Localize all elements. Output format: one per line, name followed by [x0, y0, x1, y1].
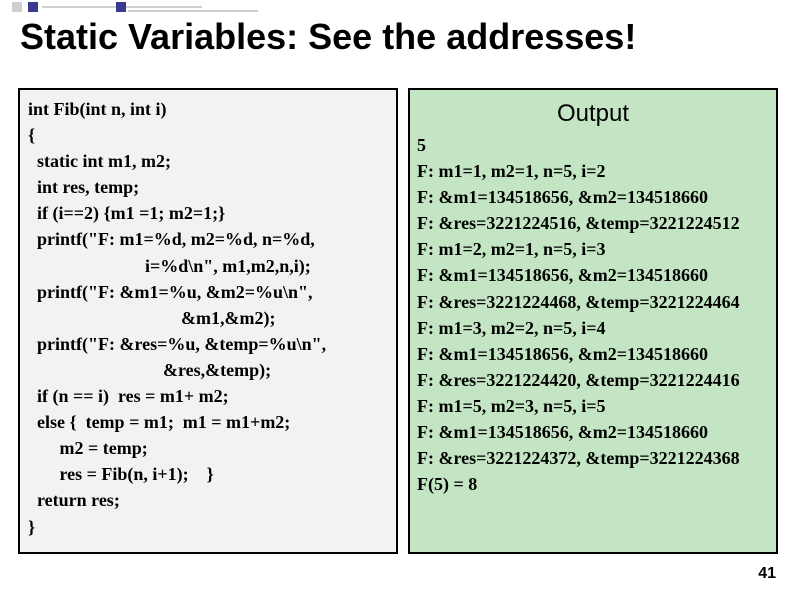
- output-line: F: &res=3221224372, &temp=3221224368: [417, 445, 769, 471]
- slide-title: Static Variables: See the addresses!: [20, 16, 636, 58]
- output-line: F: &m1=134518656, &m2=134518660: [417, 419, 769, 445]
- code-line: static int m1, m2;: [28, 148, 388, 174]
- output-line: 5: [417, 132, 769, 158]
- output-line: F(5) = 8: [417, 471, 769, 497]
- output-line: F: m1=2, m2=1, n=5, i=3: [417, 236, 769, 262]
- page-number: 41: [758, 565, 776, 583]
- decorative-bar: [0, 0, 794, 14]
- code-line: &m1,&m2);: [28, 305, 388, 331]
- code-line: if (n == i) res = m1+ m2;: [28, 383, 388, 409]
- output-line: F: &m1=134518656, &m2=134518660: [417, 184, 769, 210]
- code-line: res = Fib(n, i+1); }: [28, 461, 388, 487]
- output-line: F: m1=3, m2=2, n=5, i=4: [417, 315, 769, 341]
- output-line: F: &m1=134518656, &m2=134518660: [417, 341, 769, 367]
- code-line: &res,&temp);: [28, 357, 388, 383]
- code-box: int Fib(int n, int i) { static int m1, m…: [18, 88, 398, 554]
- code-line: }: [28, 514, 388, 540]
- code-line: if (i==2) {m1 =1; m2=1;}: [28, 200, 388, 226]
- output-line: F: &res=3221224420, &temp=3221224416: [417, 367, 769, 393]
- code-line: int res, temp;: [28, 174, 388, 200]
- code-line: return res;: [28, 487, 388, 513]
- code-line: else { temp = m1; m1 = m1+m2;: [28, 409, 388, 435]
- code-line: {: [28, 122, 388, 148]
- code-line: printf("F: &res=%u, &temp=%u\n",: [28, 331, 388, 357]
- output-line: F: m1=5, m2=3, n=5, i=5: [417, 393, 769, 419]
- output-line: F: &res=3221224468, &temp=3221224464: [417, 289, 769, 315]
- output-content: 5 F: m1=1, m2=1, n=5, i=2 F: &m1=1345186…: [410, 132, 776, 497]
- output-box: Output 5 F: m1=1, m2=1, n=5, i=2 F: &m1=…: [408, 88, 778, 554]
- code-line: printf("F: m1=%d, m2=%d, n=%d,: [28, 226, 388, 252]
- output-line: F: &m1=134518656, &m2=134518660: [417, 262, 769, 288]
- code-line: int Fib(int n, int i): [28, 96, 388, 122]
- code-line: printf("F: &m1=%u, &m2=%u\n",: [28, 279, 388, 305]
- code-line: m2 = temp;: [28, 435, 388, 461]
- code-line: i=%d\n", m1,m2,n,i);: [28, 253, 388, 279]
- output-line: F: &res=3221224516, &temp=3221224512: [417, 210, 769, 236]
- output-title: Output: [410, 90, 776, 132]
- output-line: F: m1=1, m2=1, n=5, i=2: [417, 158, 769, 184]
